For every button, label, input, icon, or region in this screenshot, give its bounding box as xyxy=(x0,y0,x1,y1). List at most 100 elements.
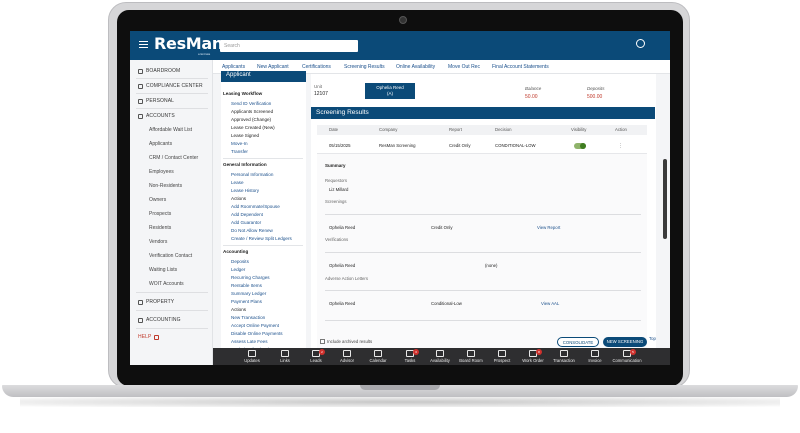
sidebar-item-verification-contact[interactable]: Verification Contact xyxy=(149,253,192,259)
accounting-accept-online[interactable]: Accept Online Payment xyxy=(231,323,279,328)
requestor-name: Liz Millard xyxy=(329,187,349,192)
workflow-lease-created[interactable]: Lease Created (New) xyxy=(231,125,275,130)
accounting-rentable[interactable]: Rentable Items xyxy=(231,283,262,288)
divider xyxy=(223,245,303,246)
include-archived-checkbox[interactable] xyxy=(320,339,325,344)
section-general-information: General Information xyxy=(223,162,267,167)
user-icon[interactable] xyxy=(636,39,645,48)
sidebar-item-owners[interactable]: Owners xyxy=(149,197,166,203)
sidebar-item-waiting-lists[interactable]: Waiting Lists xyxy=(149,267,177,273)
sidebar-item-property[interactable]: PROPERTY xyxy=(138,299,174,305)
sidebar-item-boardroom[interactable]: BOARDROOM xyxy=(138,68,180,74)
divider xyxy=(136,108,208,109)
taskbar-advisor[interactable]: Advisor xyxy=(332,350,362,363)
screening-type: Credit Only xyxy=(431,225,453,230)
accounting-recurring[interactable]: Recurring Charges xyxy=(231,275,270,280)
applicant-workflow-panel: Applicant Leasing Workflow Send ID Verif… xyxy=(221,71,306,365)
sidebar-item-help[interactable]: HELP xyxy=(138,334,160,340)
accounting-payment-plans[interactable]: Payment Plans xyxy=(231,299,262,304)
tab-move-out-rec[interactable]: Move Out Rec xyxy=(448,64,480,70)
sidebar-item-affordable-wait-list[interactable]: Affordable Wait List xyxy=(149,127,192,133)
laptop-notch xyxy=(360,385,440,390)
general-lease-history[interactable]: Lease History xyxy=(231,188,259,193)
view-report-link[interactable]: View Report xyxy=(537,225,560,230)
general-add-dependent[interactable]: Add Dependent xyxy=(231,212,263,217)
workflow-transfer[interactable]: Transfer xyxy=(231,149,248,154)
col-action: Action xyxy=(615,127,627,132)
taskbar-board-room[interactable]: Board Room xyxy=(456,350,486,363)
visibility-toggle[interactable] xyxy=(574,143,586,149)
taskbar-communication[interactable]: Communication 5 xyxy=(612,349,642,363)
main-panel: Unit 12107 Ophelia Reed (A) Balance 50.0… xyxy=(311,74,656,365)
accounting-summary-ledger[interactable]: Summary Ledger xyxy=(231,291,266,296)
general-do-not-renew[interactable]: Do Not Allow Renew xyxy=(231,228,273,233)
accounting-disable-online[interactable]: Disable Online Payments xyxy=(231,331,283,336)
menu-icon[interactable] xyxy=(139,41,148,48)
general-lease[interactable]: Lease xyxy=(231,180,244,185)
taskbar-updates[interactable]: Updates xyxy=(237,350,267,363)
general-split-ledgers[interactable]: Create / Review Split Ledgers xyxy=(231,236,292,241)
people-icon xyxy=(138,113,143,119)
sidebar-item-applicants[interactable]: Applicants xyxy=(149,141,172,147)
sidebar-item-accounts[interactable]: ACCOUNTS xyxy=(138,113,175,119)
sidebar-item-crm[interactable]: CRM / Contact Center xyxy=(149,155,198,161)
taskbar-invoice[interactable]: Invoice xyxy=(580,350,610,363)
scrollbar[interactable] xyxy=(663,159,667,239)
tab-online-availability[interactable]: Online Availability xyxy=(396,64,435,70)
tab-new-applicant[interactable]: New Applicant xyxy=(257,64,289,70)
more-icon[interactable]: ⋮ xyxy=(618,143,623,149)
app-logo[interactable]: ResMan xyxy=(154,34,223,53)
list-icon xyxy=(343,350,351,357)
tab-certifications[interactable]: Certifications xyxy=(302,64,331,70)
sidebar: BOARDROOM COMPLIANCE CENTER PERSONAL ACC… xyxy=(130,60,213,365)
tab-final-account-statements[interactable]: Final Account Statements xyxy=(492,64,549,70)
tab-screening-results[interactable]: Screening Results xyxy=(344,64,385,70)
taskbar-calendar[interactable]: Calendar xyxy=(363,350,393,363)
accounting-late-fees[interactable]: Assess Late Fees xyxy=(231,339,268,344)
workflow-move-in[interactable]: Move-In xyxy=(231,141,248,146)
sidebar-item-prospects[interactable]: Prospects xyxy=(149,211,171,217)
taskbar-links[interactable]: Links xyxy=(270,350,300,363)
tab-applicants[interactable]: Applicants xyxy=(222,64,245,70)
sidebar-item-residents[interactable]: Residents xyxy=(149,225,171,231)
workflow-approved[interactable]: Approved (Change) xyxy=(231,117,271,122)
general-add-guarantor[interactable]: Add Guarantor xyxy=(231,220,261,225)
accounting-ledger[interactable]: Ledger xyxy=(231,267,245,272)
workflow-send-id[interactable]: Send ID Verification xyxy=(231,101,271,106)
adverse-value: Conditional-Low xyxy=(431,301,462,306)
include-archived-label: Include archived results xyxy=(327,339,373,344)
taskbar-leads[interactable]: Leads 2 xyxy=(301,349,331,363)
accounting-deposits[interactable]: Deposits xyxy=(231,259,249,264)
taskbar-tasks[interactable]: Tasks 3 xyxy=(395,349,425,363)
top-link[interactable]: Top xyxy=(649,336,656,341)
include-archived[interactable]: Include archived results xyxy=(320,339,372,344)
general-personal-info[interactable]: Personal Information xyxy=(231,172,273,177)
sidebar-item-woit-accounts[interactable]: WOIT Accounts xyxy=(149,281,184,287)
taskbar-transaction[interactable]: Transaction xyxy=(549,350,579,363)
verifications-label: Verifications xyxy=(325,237,349,242)
divider xyxy=(136,78,208,79)
new-screening-button[interactable]: NEW SCREENING xyxy=(603,337,647,347)
sidebar-item-accounting[interactable]: ACCOUNTING xyxy=(138,317,181,323)
verification-name: Ophelia Reed xyxy=(329,263,356,268)
link-icon xyxy=(281,350,289,357)
accounting-new-transaction[interactable]: New Transaction xyxy=(231,315,265,320)
tenant-chip[interactable]: Ophelia Reed (A) xyxy=(365,83,415,99)
grid-icon xyxy=(138,68,143,74)
sidebar-item-employees[interactable]: Employees xyxy=(149,169,174,175)
general-add-roommate[interactable]: Add Roommate/Spouse xyxy=(231,204,280,209)
balance-value: 50.00 xyxy=(525,94,538,100)
sidebar-item-vendors[interactable]: Vendors xyxy=(149,239,167,245)
view-aal-link[interactable]: View AAL xyxy=(541,301,559,306)
sidebar-item-compliance[interactable]: COMPLIANCE CENTER xyxy=(138,83,203,89)
taskbar-availability[interactable]: Availability xyxy=(425,350,455,363)
taskbar-prospect[interactable]: Prospect xyxy=(487,350,517,363)
app-screen: ResMan a Entrata Search BOARDROOM COMPLI… xyxy=(130,31,670,365)
sidebar-item-non-residents[interactable]: Non-Residents xyxy=(149,183,182,189)
deposits-label: Deposits xyxy=(587,86,605,91)
col-report: Report xyxy=(449,127,462,132)
taskbar-work-order[interactable]: Work Order 8 xyxy=(518,349,548,363)
search-input[interactable]: Search xyxy=(220,40,358,52)
sidebar-item-personal[interactable]: PERSONAL xyxy=(138,98,174,104)
consolidate-button[interactable]: CONSOLIDATE xyxy=(557,337,599,347)
